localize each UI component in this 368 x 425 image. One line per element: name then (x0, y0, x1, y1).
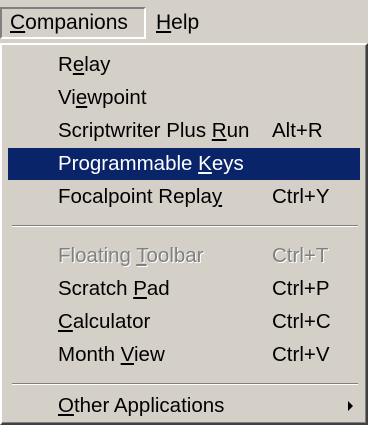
menu-item-relay[interactable]: Relay (8, 49, 360, 81)
menu-item-other-applications[interactable]: Other Applications (8, 390, 360, 422)
companions-dropdown-menu: Relay Viewpoint Scriptwriter Plus Run Al… (0, 43, 368, 425)
menu-item-label: Programmable Keys (58, 152, 244, 175)
menu-item-label: Other Applications (58, 394, 225, 417)
menu-item-label: Relay (58, 53, 111, 76)
menu-help[interactable]: Help (148, 7, 205, 39)
menu-separator (12, 383, 358, 385)
menu-item-month-view[interactable]: Month View Ctrl+V (8, 339, 360, 371)
menu-item-scratch-pad[interactable]: Scratch Pad Ctrl+P (8, 273, 360, 305)
menu-item-label: Viewpoint (58, 86, 147, 109)
menu-bar: Companions Help (0, 0, 368, 43)
menu-separator (12, 225, 358, 227)
menu-item-focalpoint-replay[interactable]: Focalpoint Replay Ctrl+Y (8, 181, 360, 213)
menu-item-viewpoint[interactable]: Viewpoint (8, 82, 360, 114)
menu-item-label: Scriptwriter Plus Run (58, 119, 250, 142)
menu-companions-label: Companions (10, 11, 128, 34)
menu-item-shortcut: Alt+R (272, 119, 323, 142)
menu-item-shortcut: Ctrl+Y (272, 185, 330, 208)
menu-item-shortcut: Ctrl+P (272, 277, 330, 300)
menu-item-label: Month View (58, 343, 165, 366)
menu-help-label: Help (156, 11, 200, 34)
menu-item-scriptwriter-plus-run[interactable]: Scriptwriter Plus Run Alt+R (8, 115, 360, 147)
menu-item-label: Focalpoint Replay (58, 185, 223, 208)
menu-item-calculator[interactable]: Calculator Ctrl+C (8, 306, 360, 338)
menu-item-shortcut: Ctrl+C (272, 310, 331, 333)
menu-item-label: Scratch Pad (58, 277, 170, 300)
menu-item-label: Calculator (58, 310, 151, 333)
menu-item-label: Floating Toolbar (58, 244, 204, 267)
menu-item-programmable-keys[interactable]: Programmable Keys (8, 148, 360, 180)
menu-item-shortcut: Ctrl+T (272, 244, 329, 267)
menu-item-shortcut: Ctrl+V (272, 343, 330, 366)
application-window: Companions Help Relay Viewpoint Scriptwr… (0, 0, 368, 425)
menu-companions[interactable]: Companions (0, 7, 146, 39)
chevron-right-icon (348, 401, 353, 411)
menu-item-floating-toolbar: Floating Toolbar Ctrl+T (8, 240, 360, 272)
